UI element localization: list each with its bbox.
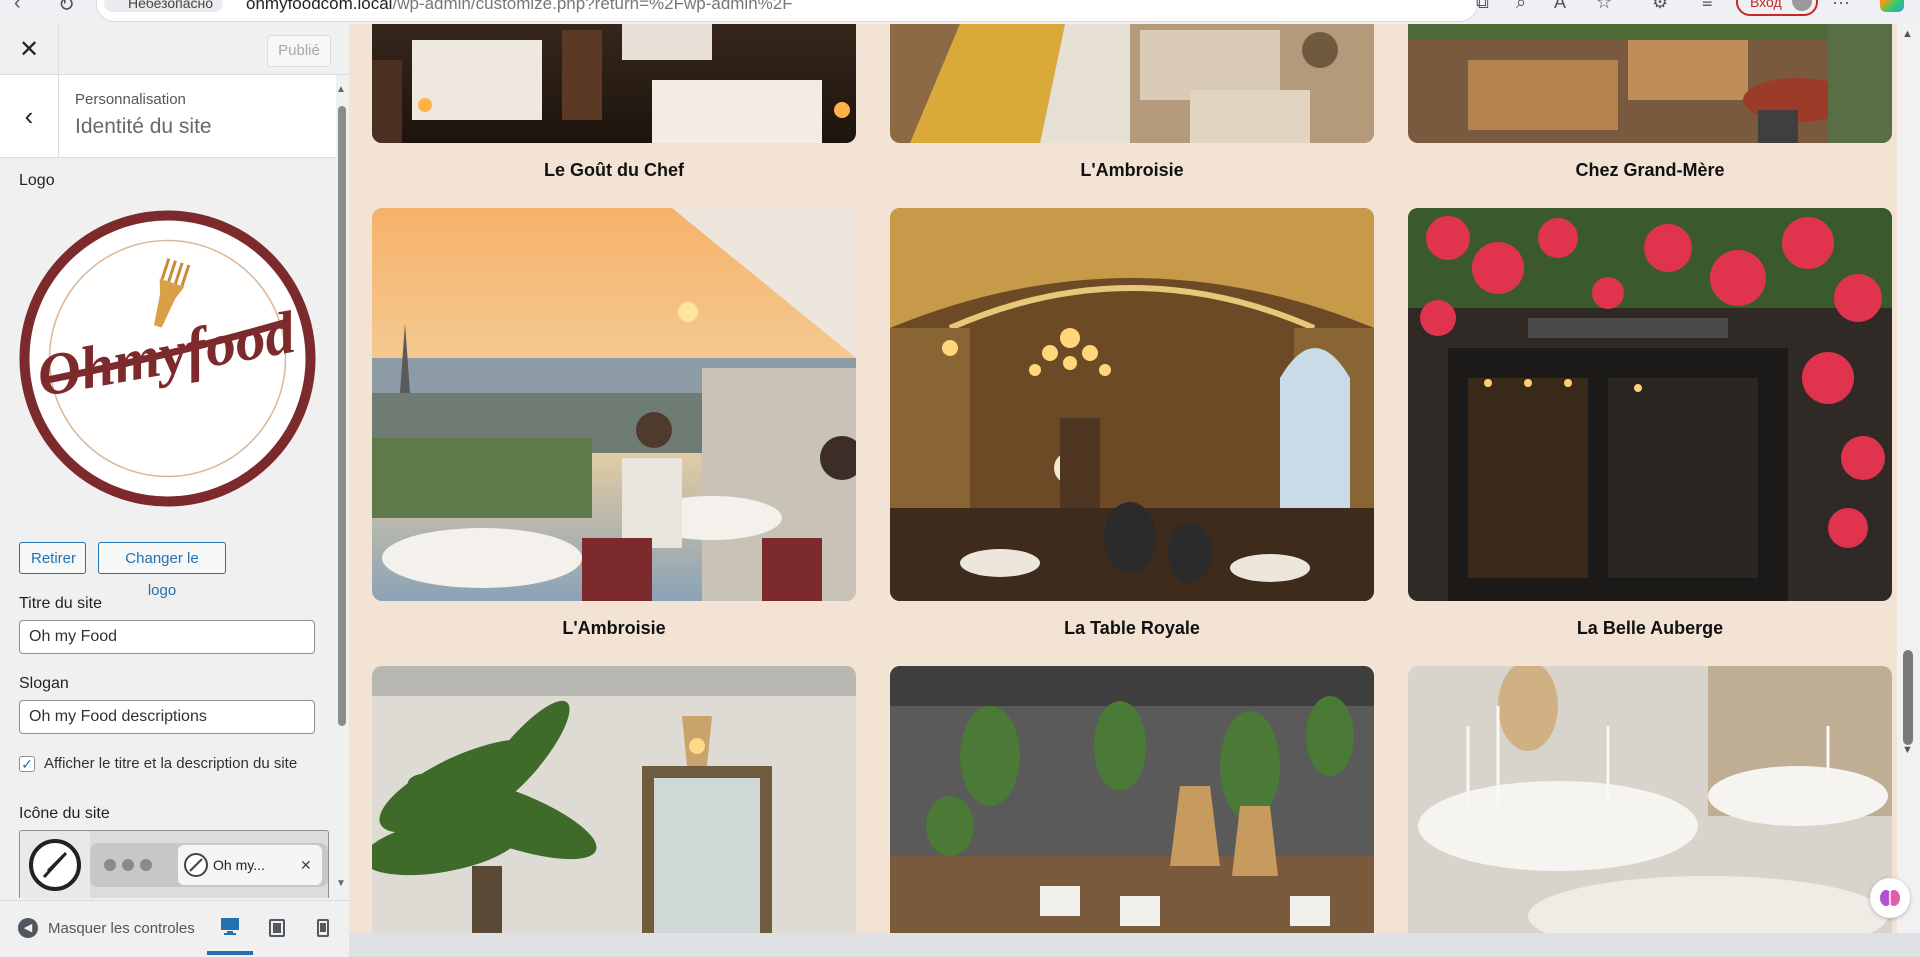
- section-controls: Logo Ohmyfood Retirer Changer le logo Ti…: [0, 158, 336, 898]
- copilot-icon[interactable]: [1880, 0, 1904, 12]
- scroll-up-icon[interactable]: ▲: [336, 84, 346, 95]
- gilded-hall-photo: [890, 208, 1374, 601]
- tagline-input[interactable]: [19, 700, 315, 734]
- back-arrow-icon[interactable]: ‹: [14, 0, 21, 15]
- browser-bottom-edge: [349, 933, 1920, 956]
- display-title-label: Afficher le titre et la description du s…: [44, 755, 298, 772]
- remove-logo-button[interactable]: Retirer: [19, 542, 86, 574]
- site-title-input[interactable]: [19, 620, 315, 654]
- close-customizer-button[interactable]: ✕: [0, 24, 59, 74]
- section-title: Identité du site: [75, 115, 212, 138]
- site-info-label: Небезопасно: [128, 0, 214, 11]
- flower-facade-photo: [1408, 208, 1892, 601]
- translate-icon[interactable]: ⧉: [1476, 0, 1489, 13]
- preview-desktop-button[interactable]: [207, 901, 253, 955]
- restaurant-card-image[interactable]: [890, 666, 1374, 933]
- green-wall-bar-photo: [890, 666, 1374, 933]
- tab-close-icon: ✕: [300, 857, 312, 873]
- customizer-sidebar: ✕ Publié ‹ Personnalisation Identité du …: [0, 24, 350, 957]
- restaurant-name[interactable]: Le Goût du Chef: [372, 160, 856, 181]
- more-icon[interactable]: ···: [1832, 0, 1850, 13]
- scroll-down-icon[interactable]: ▼: [336, 878, 346, 889]
- url-text[interactable]: ohmyfoodcom.local/wp-admin/customize.php…: [246, 0, 793, 14]
- publish-label: Publié: [278, 42, 320, 59]
- palm-courtyard-photo: [372, 666, 856, 933]
- tablet-icon: [269, 919, 285, 937]
- rooftop-sunset-photo: [372, 208, 856, 601]
- restaurant-card-image[interactable]: [890, 208, 1374, 601]
- restaurant-name[interactable]: La Table Royale: [890, 618, 1374, 639]
- hide-controls-button[interactable]: ◀ Masquer les controles: [18, 918, 195, 938]
- mobile-icon: [317, 919, 329, 937]
- restaurant-name[interactable]: L'Ambroisie: [372, 618, 856, 639]
- collections-icon[interactable]: ≡: [1702, 0, 1713, 13]
- brain-icon: [1880, 890, 1900, 906]
- banquette-room-photo: [890, 24, 1374, 143]
- restaurant-card-image[interactable]: [1408, 666, 1892, 933]
- reload-icon[interactable]: ↻: [58, 0, 75, 17]
- login-label: Вход: [1750, 0, 1782, 10]
- publish-button[interactable]: Publié: [267, 35, 331, 67]
- preview-mobile-button[interactable]: [300, 901, 346, 955]
- preview-scroll-thumb[interactable]: [1903, 650, 1913, 745]
- wooden-terrace-photo: [1408, 24, 1892, 143]
- url-host: ohmyfoodcom.local: [246, 0, 393, 13]
- restaurant-name[interactable]: L'Ambroisie: [890, 160, 1374, 181]
- desktop-icon: [221, 918, 239, 935]
- restaurant-card-image[interactable]: [1408, 208, 1892, 601]
- breadcrumb: Personnalisation: [75, 91, 186, 108]
- restaurant-card-image[interactable]: [890, 24, 1374, 143]
- sidebar-scrollbar[interactable]: [338, 106, 346, 726]
- customizer-header: ✕ Publié: [0, 24, 349, 75]
- change-logo-button[interactable]: Changer le logo: [98, 542, 226, 599]
- site-preview: Le Goût du Chef L'Ambroisie Chez Grand-M…: [349, 24, 1920, 933]
- section-back-button[interactable]: ‹: [0, 75, 59, 157]
- extensions-icon[interactable]: ⚙: [1652, 0, 1668, 13]
- url-path: /wp-admin/customize.php?return=%2Fwp-adm…: [392, 0, 793, 13]
- scroll-down-icon[interactable]: ▼: [1902, 744, 1913, 756]
- logo-label: Logo: [19, 172, 55, 189]
- login-button[interactable]: Вход: [1736, 0, 1818, 16]
- scroll-up-icon[interactable]: ▲: [1902, 28, 1913, 40]
- restaurant-card-image[interactable]: [372, 666, 856, 933]
- display-title-checkbox[interactable]: ✓: [19, 756, 35, 772]
- ai-assistant-button[interactable]: [1870, 878, 1910, 918]
- browser-toolbar: ‹ ↻ Небезопасно ohmyfoodcom.local/wp-adm…: [0, 0, 1920, 24]
- preview-tablet-button[interactable]: [254, 901, 300, 955]
- avatar: [1791, 0, 1812, 11]
- remove-logo-label: Retirer: [31, 550, 77, 567]
- site-logo-image[interactable]: Ohmyfood: [19, 210, 316, 507]
- tagline-label: Slogan: [19, 675, 69, 692]
- restaurant-name[interactable]: Chez Grand-Mère: [1408, 160, 1892, 181]
- site-icon-tab-title: Oh my...: [213, 857, 265, 873]
- site-info-pill[interactable]: Небезопасно: [104, 0, 224, 12]
- restaurant-card-image[interactable]: [372, 24, 856, 143]
- site-title-label: Titre du site: [19, 595, 102, 612]
- hide-controls-label: Masquer les controles: [48, 919, 195, 937]
- customizer-footer: ◀ Masquer les controles: [0, 900, 349, 957]
- restaurant-card-image[interactable]: [372, 208, 856, 601]
- chevron-left-icon: ‹: [24, 100, 34, 131]
- site-icon-label: Icône du site: [19, 805, 110, 822]
- search-icon[interactable]: ⌕: [1516, 0, 1526, 13]
- restaurant-card-image[interactable]: [1408, 24, 1892, 143]
- change-logo-label: Changer le logo: [125, 550, 199, 599]
- restaurant-name[interactable]: La Belle Auberge: [1408, 618, 1892, 639]
- candlelit-terrace-photo: [372, 24, 856, 143]
- favorite-star-icon[interactable]: ☆: [1596, 0, 1612, 13]
- section-header: ‹ Personnalisation Identité du site: [0, 75, 336, 158]
- preview-vertical-scrollbar[interactable]: [1897, 24, 1920, 933]
- collapse-icon: ◀: [18, 918, 38, 938]
- close-icon: ✕: [18, 35, 40, 63]
- site-icon-preview[interactable]: Oh my... ✕: [19, 830, 329, 898]
- read-aloud-icon[interactable]: A: [1554, 0, 1566, 13]
- white-banquet-photo: [1408, 666, 1892, 933]
- checkmark-icon: ✓: [21, 756, 33, 772]
